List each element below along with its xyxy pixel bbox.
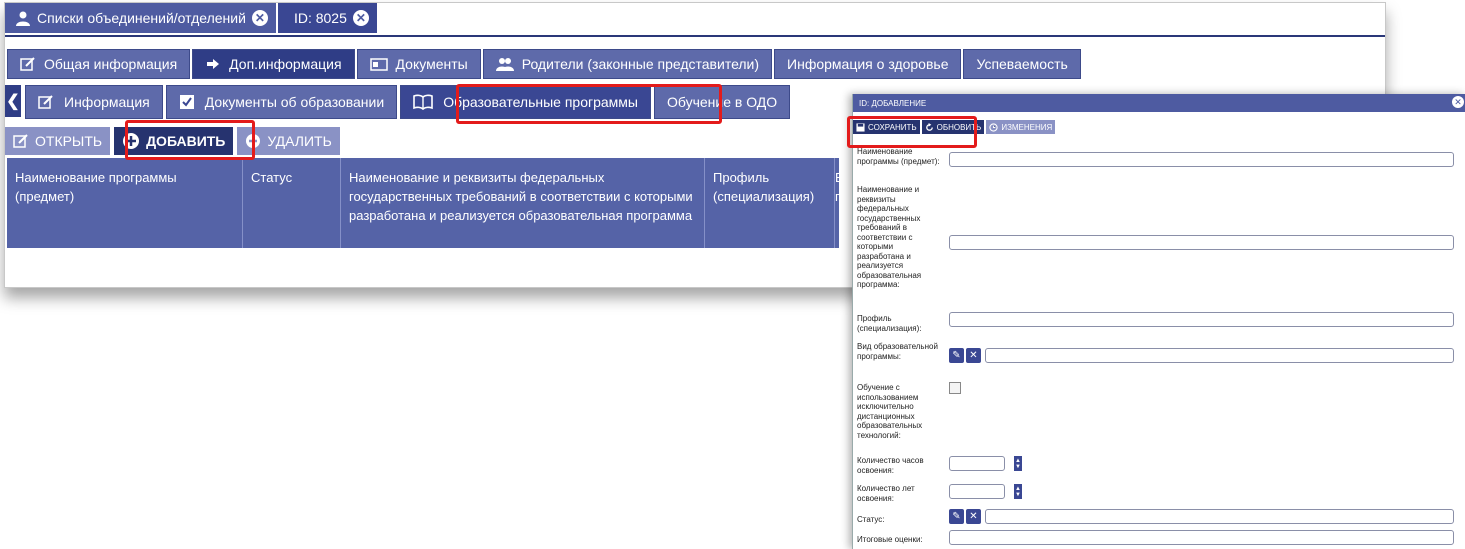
clear-icon[interactable]: ✕ [966,509,981,524]
tab-documents[interactable]: Документы [356,49,481,79]
tab-label: Общая информация [44,56,178,72]
years-spinner[interactable]: ▲ ▼ [1014,484,1022,499]
tab-label: Родители (законные представители) [521,56,760,72]
column-header-type[interactable]: В пр [835,158,841,248]
close-icon[interactable]: ✕ [251,10,268,26]
profile-input[interactable] [949,312,1454,327]
highlight-add [125,120,255,160]
main-tabs: Общая информация Доп.информация Документ… [5,49,1385,79]
doc-tab-lists-label: Списки объединений/отделений [37,10,246,26]
column-header-program[interactable]: Наименование программы (предмет) [7,158,243,248]
tab-label: Документы [395,56,468,72]
tab-general-info[interactable]: Общая информация [7,49,191,79]
chevron-left-icon[interactable]: ❮ [5,85,21,117]
close-icon[interactable]: ✕ [352,10,369,26]
requirements-input[interactable] [949,235,1454,250]
column-header-profile[interactable]: Профиль (специализация) [705,158,835,248]
subtab-edu-documents[interactable]: Документы об образовании [165,85,398,119]
column-header-requirements[interactable]: Наименование и реквизиты федеральных гос… [341,158,705,248]
delete-label: УДАЛИТЬ [267,133,332,149]
users-icon [495,57,514,71]
highlight-save [847,116,977,148]
tab-progress[interactable]: Успеваемость [963,49,1081,79]
field-label-program: Наименование программы (предмет): [857,147,940,166]
field-label-status: Статус: [857,515,885,524]
book-icon [413,94,433,110]
hours-input[interactable] [949,456,1005,471]
programs-grid: Наименование программы (предмет) Статус … [7,158,841,248]
tab-health[interactable]: Информация о здоровье [774,49,962,79]
changes-button[interactable]: ИЗМЕНЕНИЯ [986,120,1056,134]
field-label-years: Количество лет освоения: [857,484,915,503]
changes-label: ИЗМЕНЕНИЯ [1001,122,1053,132]
clock-icon [989,122,998,132]
subtab-information[interactable]: Информация [25,85,163,119]
highlight-programs-tab [456,84,722,124]
user-icon [15,10,31,26]
tab-label: Успеваемость [976,56,1068,72]
tab-extra-info[interactable]: Доп.информация [192,49,355,79]
grades-input[interactable] [949,530,1454,545]
field-label-grades: Итоговые оценки: [857,535,923,544]
checkbox-icon [179,94,195,110]
edit-icon [13,133,29,149]
doc-tab-id[interactable]: ID: 8025 ✕ [277,3,379,33]
edit-icon [38,94,54,110]
close-icon[interactable]: ✕ [1452,96,1464,108]
field-label-program-type: Вид образовательной программы: [857,342,938,361]
doc-tab-id-label: ID: 8025 [293,10,347,26]
clear-icon[interactable]: ✕ [966,348,981,363]
hours-spinner[interactable]: ▲ ▼ [1014,456,1022,471]
document-tab-bar: Списки объединений/отделений ✕ ID: 8025 … [5,3,1385,37]
years-input[interactable] [949,484,1005,499]
distance-checkbox[interactable] [949,382,961,394]
open-button[interactable]: ОТКРЫТЬ [5,127,111,155]
edit-icon[interactable]: ✎ [949,509,964,524]
tab-label: Доп.информация [229,56,342,72]
edit-icon[interactable]: ✎ [949,348,964,363]
add-dialog: ID: ДОБАВЛЕНИЕ ✕ СОХРАНИТЬ ОБНОВИТЬ ИЗМЕ… [847,94,1465,549]
column-header-status[interactable]: Статус [243,158,341,248]
field-label-profile: Профиль (специализация): [857,314,922,333]
field-label-hours: Количество часов освоения: [857,456,924,475]
program-name-input[interactable] [949,152,1454,167]
program-type-input[interactable] [985,348,1454,363]
open-label: ОТКРЫТЬ [35,133,103,149]
tab-label: Информация о здоровье [787,56,949,72]
dialog-title: ID: ДОБАВЛЕНИЕ [853,94,1465,112]
tab-label: Информация [64,94,150,110]
field-label-requirements: Наименование и реквизиты федеральных гос… [857,185,922,289]
edit-icon [20,56,36,72]
login-icon [205,56,221,72]
doc-tab-lists[interactable]: Списки объединений/отделений ✕ [5,3,278,33]
id-card-icon [369,57,388,71]
status-input[interactable] [985,509,1454,524]
field-label-distance: Обучение с использованием исключительно … [857,383,923,440]
tab-label: Документы об образовании [204,94,385,110]
tab-parents[interactable]: Родители (законные представители) [482,49,773,79]
